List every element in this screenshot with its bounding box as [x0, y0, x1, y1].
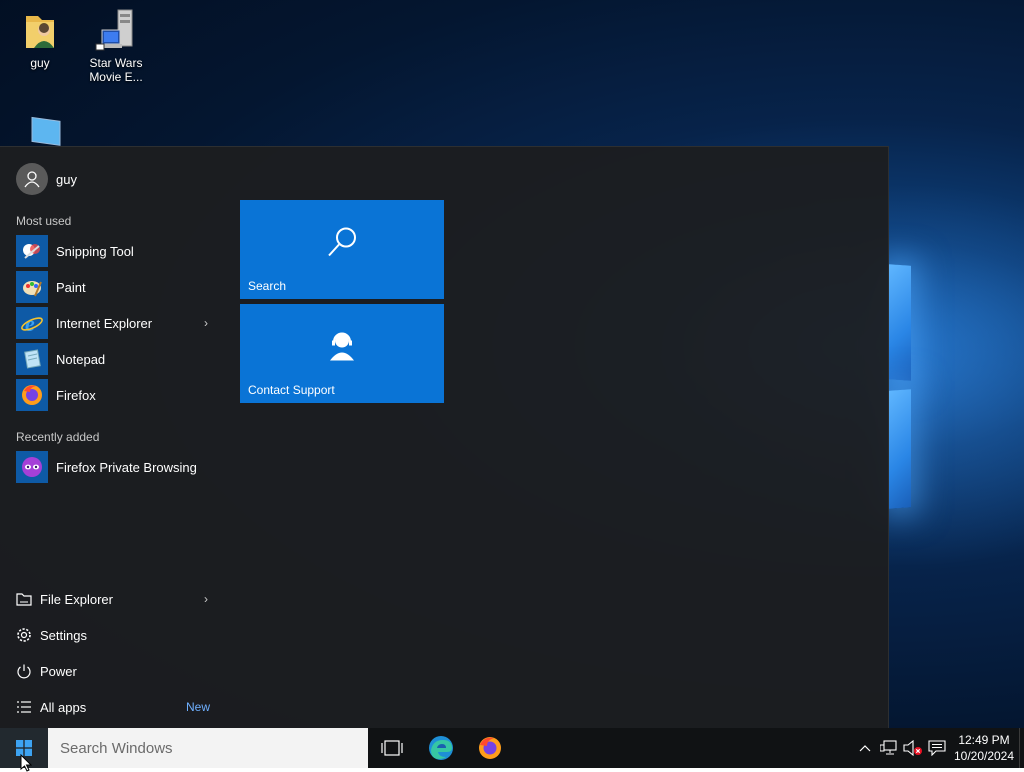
network-tray-button[interactable]: [878, 728, 900, 768]
network-computer-icon: [94, 8, 138, 52]
action-center-button[interactable]: [926, 728, 948, 768]
network-icon: [880, 740, 897, 755]
new-badge: New: [185, 700, 210, 714]
app-notepad[interactable]: Notepad: [0, 341, 224, 377]
tile-label: Search: [248, 279, 287, 293]
chevron-right-icon[interactable]: ›: [204, 592, 208, 606]
task-view-icon: [381, 740, 403, 756]
system-label: Settings: [40, 627, 87, 643]
user-name: guy: [56, 171, 77, 187]
wallpaper-logo-pane: [889, 264, 911, 381]
system-label: Power: [40, 663, 77, 679]
app-paint[interactable]: Paint: [0, 269, 224, 305]
show-desktop-button[interactable]: [1019, 728, 1024, 768]
file-explorer-button[interactable]: File Explorer ›: [0, 581, 224, 617]
notification-icon: [928, 740, 946, 756]
user-avatar-icon: [16, 163, 48, 195]
show-hidden-icons-button[interactable]: [856, 728, 874, 768]
taskbar-clock[interactable]: 12:49 PM 10/20/2024: [948, 732, 1020, 764]
power-button[interactable]: Power: [0, 653, 224, 689]
tile-label: Contact Support: [248, 383, 335, 397]
chevron-up-icon: [859, 745, 871, 752]
list-icon: [15, 698, 33, 716]
gear-icon: [15, 626, 33, 644]
paint-icon: [16, 271, 48, 303]
task-view-button[interactable]: [368, 728, 416, 768]
clock-time: 12:49 PM: [958, 733, 1010, 747]
system-label: All apps: [40, 699, 87, 715]
desktop-icon-star-wars[interactable]: Star Wars Movie E...: [76, 8, 156, 84]
file-explorer-icon: [15, 590, 33, 608]
snipping-tool-icon: [16, 235, 48, 267]
recently-added-heading: Recently added: [16, 430, 100, 444]
firefox-taskbar-button[interactable]: [466, 728, 514, 768]
app-snipping-tool[interactable]: Snipping Tool: [0, 233, 224, 269]
app-label: Firefox Private Browsing: [56, 459, 197, 475]
internet-explorer-icon: e: [16, 307, 48, 339]
chevron-right-icon[interactable]: ›: [204, 316, 208, 330]
edge-icon: [429, 736, 453, 760]
most-used-heading: Most used: [16, 214, 72, 228]
desktop-icon-label: Star Wars Movie E...: [89, 56, 143, 84]
power-icon: [15, 662, 33, 680]
wallpaper-logo-pane: [889, 389, 911, 509]
app-internet-explorer[interactable]: e Internet Explorer ›: [0, 305, 224, 341]
volume-tray-button[interactable]: [902, 728, 924, 768]
all-apps-button[interactable]: All apps New: [0, 689, 224, 725]
app-label: Snipping Tool: [56, 243, 134, 259]
taskbar-search-input[interactable]: [48, 728, 368, 768]
desktop-icon-user-folder[interactable]: guy: [0, 8, 80, 70]
app-label: Internet Explorer: [56, 315, 153, 331]
app-firefox[interactable]: Firefox: [0, 377, 224, 413]
tile-search[interactable]: Search: [240, 200, 444, 299]
settings-button[interactable]: Settings: [0, 617, 224, 653]
edge-taskbar-button[interactable]: [417, 728, 465, 768]
app-label: Firefox: [56, 387, 96, 403]
mouse-cursor-icon: [20, 754, 32, 772]
volume-muted-icon: [903, 740, 922, 756]
user-account-button[interactable]: guy: [0, 161, 224, 197]
app-label: Paint: [56, 279, 86, 295]
taskbar: 12:49 PM 10/20/2024: [0, 728, 1024, 772]
firefox-private-icon: [16, 451, 48, 483]
system-label: File Explorer: [40, 591, 113, 607]
start-button[interactable]: [0, 728, 48, 772]
start-menu: guy Most used Snipping Tool Paint e Inte…: [0, 146, 889, 729]
desktop-icon-label: guy: [30, 56, 50, 70]
user-folder-icon: [18, 8, 62, 52]
app-label: Notepad: [56, 351, 106, 367]
support-agent-icon: [324, 328, 360, 367]
app-firefox-private-browsing[interactable]: Firefox Private Browsing: [0, 449, 224, 485]
tile-contact-support[interactable]: Contact Support: [240, 304, 444, 403]
search-icon: [322, 222, 362, 265]
firefox-icon: [479, 737, 501, 759]
notepad-icon: [16, 343, 48, 375]
firefox-icon: [16, 379, 48, 411]
clock-date: 10/20/2024: [953, 749, 1015, 763]
